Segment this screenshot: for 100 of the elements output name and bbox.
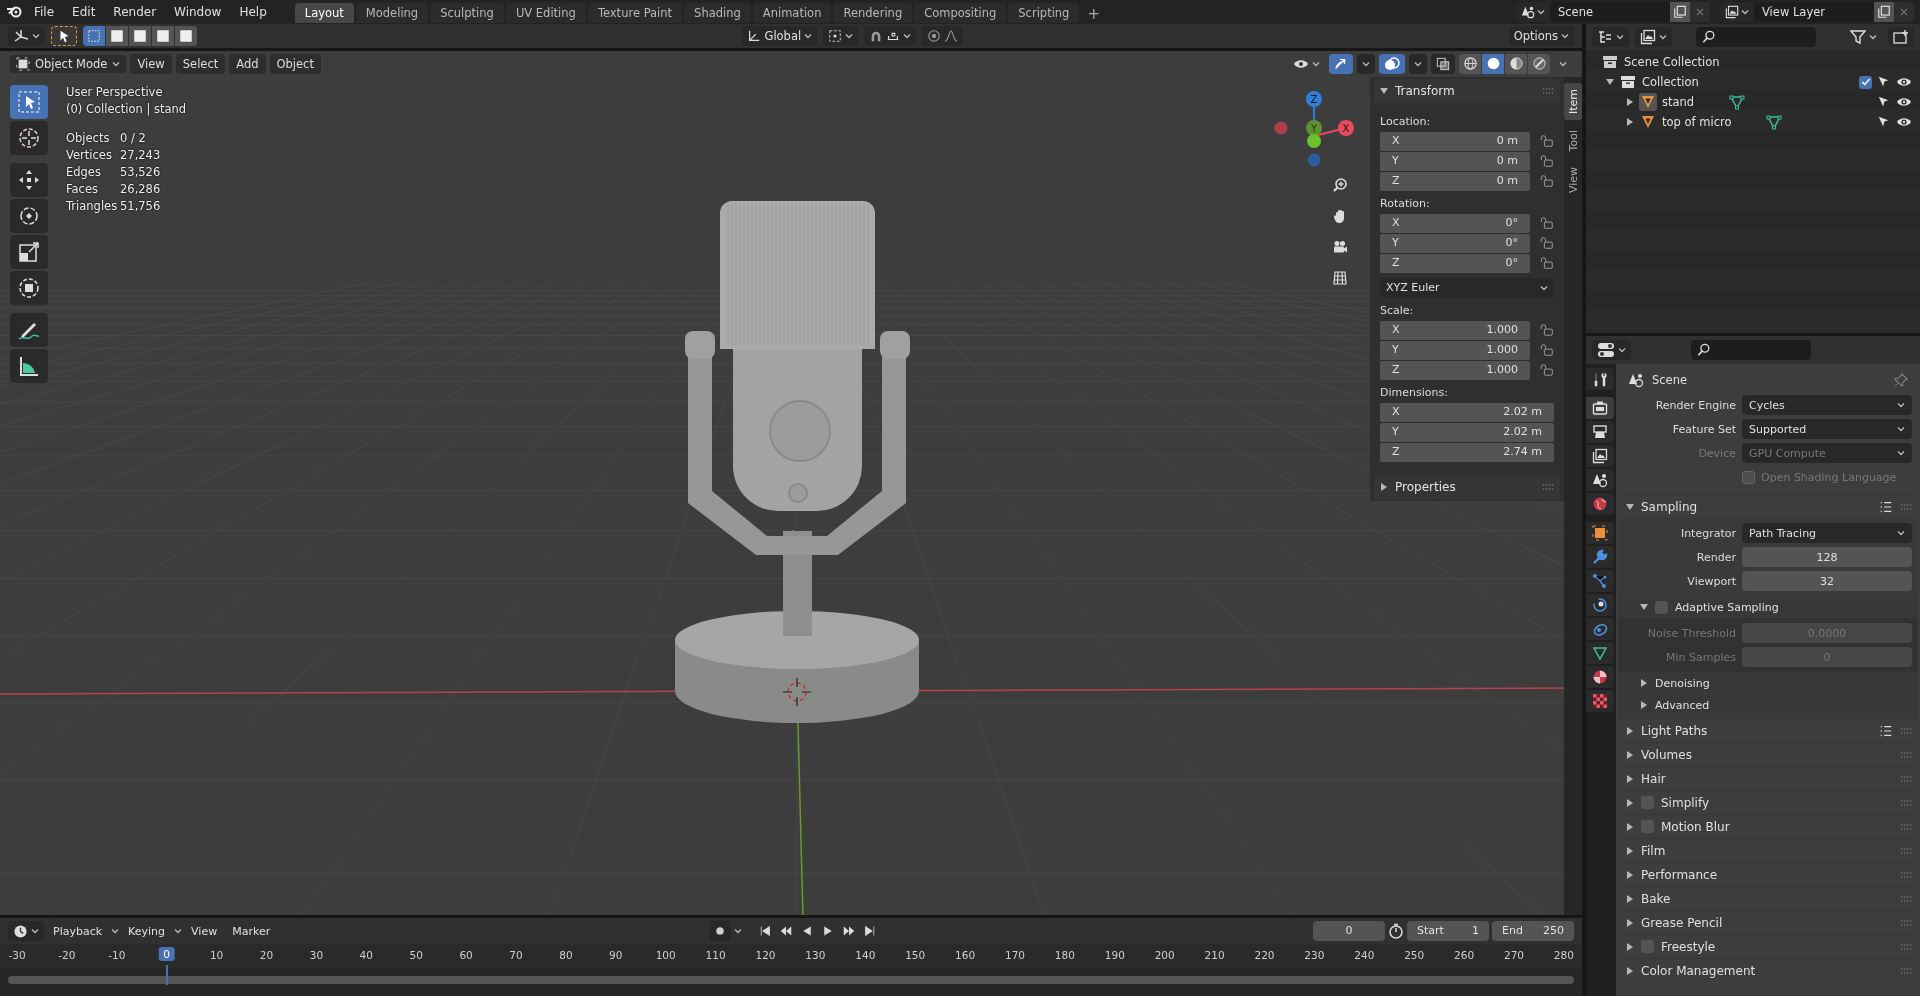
number-field[interactable]: X 0 m [1380,131,1530,151]
open-lock-icon[interactable] [1540,174,1554,189]
properties-tab[interactable] [1586,368,1614,390]
properties-tab[interactable] [1586,397,1614,419]
outliner-row[interactable]: Collection [1606,72,1920,92]
properties-tab[interactable] [1586,445,1614,467]
panel-header[interactable]: Transform [1374,78,1560,103]
overlays-dropdown[interactable] [1409,53,1427,74]
number-field[interactable]: Z 0° [1380,253,1530,273]
properties-tab[interactable] [1586,469,1614,491]
properties-tab[interactable] [1586,493,1614,515]
pin-icon[interactable] [1894,373,1908,387]
properties-tab[interactable] [1586,642,1614,664]
dropdown[interactable]: Path Tracing [1742,523,1912,543]
pivot-point-button[interactable] [823,25,859,46]
expanded-arrow-icon[interactable] [1640,603,1648,611]
orientation-dropdown[interactable]: Global [742,25,818,46]
open-lock-icon[interactable] [1540,154,1554,169]
number-field[interactable]: Z 2.74 m [1380,442,1554,462]
rotation-mode-dropdown[interactable]: XYZ Euler [1380,277,1554,298]
playhead[interactable]: 0 [158,947,176,962]
select-mode-button[interactable] [129,25,151,46]
navigation-gizmo[interactable]: Z Y X [1274,90,1354,167]
open-lock-icon[interactable] [1540,323,1554,338]
drag-handle-icon[interactable] [1542,86,1554,95]
drag-handle-icon[interactable] [1900,750,1912,759]
drag-handle-icon[interactable] [1900,726,1912,735]
current-frame-field[interactable]: 0 [1313,921,1385,942]
open-lock-icon[interactable] [1540,236,1554,251]
options-dropdown[interactable]: Options [1508,25,1574,46]
open-lock-icon[interactable] [1540,256,1554,271]
view-layer-browse-button[interactable] [1720,2,1754,22]
collapsed-arrow-icon[interactable] [1626,726,1634,735]
open-lock-icon[interactable] [1540,363,1554,378]
workspace-tab[interactable]: Compositing [914,3,1007,23]
collapsed-arrow-icon[interactable] [1626,98,1634,106]
properties-tab[interactable] [1586,666,1614,688]
number-field[interactable]: X 0° [1380,213,1530,233]
workspace-tab[interactable]: Scripting [1008,3,1080,23]
proportional-editing-toggle[interactable] [922,25,964,46]
collapsed-arrow-icon[interactable] [1626,798,1634,807]
number-field[interactable]: Y 2.02 m [1380,422,1554,442]
drag-handle-icon[interactable] [1900,870,1912,879]
workspace-tab[interactable]: Animation [752,3,832,23]
select-mode-button[interactable] [106,25,128,46]
dropdown[interactable]: Supported [1742,419,1912,439]
presets-list-icon[interactable] [1879,499,1893,514]
search-field[interactable] [1691,340,1811,360]
collapsed-arrow-icon[interactable] [1626,966,1634,975]
transform-tool[interactable] [10,270,48,305]
select-mode-button[interactable] [152,25,174,46]
number-field[interactable]: Y 1.000 [1380,340,1530,360]
number-field[interactable]: Z 1.000 [1380,360,1530,380]
menu-item[interactable]: Add [229,53,266,74]
close-button[interactable] [1894,2,1914,22]
menu-item[interactable]: File [26,2,63,22]
shading-mode-button[interactable] [1459,53,1481,74]
stopwatch-icon[interactable] [1388,923,1404,940]
number-field[interactable]: 128 [1742,547,1912,567]
scrollbar[interactable] [8,976,1574,985]
checkbox[interactable] [1655,600,1668,614]
drag-handle-icon[interactable] [1900,966,1912,975]
sidebar-tab[interactable]: Tool [1564,123,1582,158]
open-lock-icon[interactable] [1540,216,1554,231]
drag-handle-icon[interactable] [1900,774,1912,783]
scene-browse-button[interactable] [1516,2,1550,22]
workspace-tab[interactable]: Modeling [355,3,429,23]
workspace-tab[interactable]: Shading [684,3,751,23]
properties-tab[interactable] [1586,421,1614,443]
number-field[interactable]: Y 0° [1380,233,1530,253]
menu-item[interactable]: Edit [64,2,104,22]
collapsed-arrow-icon[interactable] [1640,701,1648,709]
menu-item[interactable]: Marker [226,922,277,940]
collapsed-arrow-icon[interactable] [1626,774,1634,783]
shading-mode-button[interactable] [1528,53,1550,74]
menu-item[interactable]: Object [269,53,321,74]
new-collection-button[interactable] [1888,27,1914,47]
collapsed-arrow-icon[interactable] [1626,918,1634,927]
eye-icon[interactable] [1896,75,1912,89]
collapsed-arrow-icon[interactable] [1626,942,1634,951]
rotate-tool[interactable] [10,198,48,233]
menu-item[interactable]: Help [231,2,275,22]
eye-icon[interactable] [1896,115,1912,129]
menu-item[interactable]: Select [175,53,226,74]
gizmo-toggle[interactable] [1329,53,1353,74]
collapsed-arrow-icon[interactable] [1626,118,1634,126]
editor-type-button[interactable] [1592,27,1629,47]
number-field[interactable]: X 2.02 m [1380,402,1554,422]
select-tool-button[interactable] [51,25,77,46]
number-field[interactable]: 32 [1742,571,1912,591]
xray-toggle[interactable] [1431,53,1455,74]
number-field[interactable]: X 1.000 [1380,320,1530,340]
object-icon-highlight[interactable] [1619,73,1637,91]
workspace-tab[interactable]: Rendering [833,3,913,23]
menu-item[interactable]: View [130,53,172,74]
collapsed-arrow-icon[interactable] [1626,846,1634,855]
drag-handle-icon[interactable] [1900,894,1912,903]
menu-item[interactable]: View [185,922,224,940]
menu-item[interactable]: Render [105,2,165,22]
select-box-tool[interactable] [10,84,48,119]
